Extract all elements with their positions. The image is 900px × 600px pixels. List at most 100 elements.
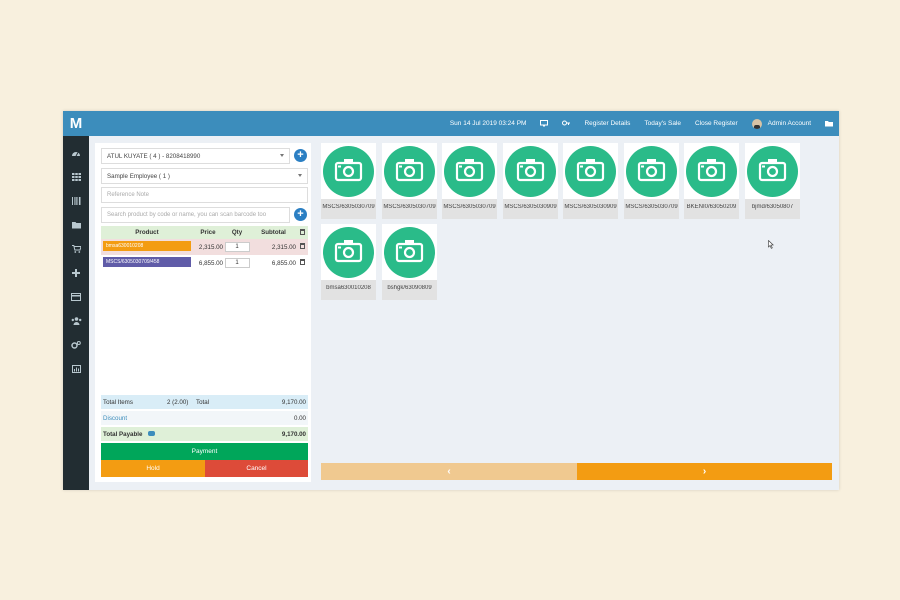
cancel-button[interactable]: Cancel xyxy=(205,460,308,477)
camera-icon xyxy=(626,146,677,197)
folder-icon[interactable] xyxy=(63,213,89,237)
camera-icon xyxy=(384,146,435,197)
add-product-button[interactable]: + xyxy=(294,208,307,221)
product-image xyxy=(624,143,679,199)
plus-icon[interactable] xyxy=(63,261,89,285)
chart-icon[interactable] xyxy=(63,357,89,381)
product-image xyxy=(684,143,739,199)
user-menu[interactable]: Admin Account xyxy=(751,118,811,129)
search-input[interactable]: Search product by code or name, you can … xyxy=(101,207,290,223)
payment-button[interactable]: Payment xyxy=(101,443,308,460)
close-register-link[interactable]: Close Register xyxy=(695,120,738,127)
total-items-value: 2 (2.00) xyxy=(167,398,189,406)
hold-button[interactable]: Hold xyxy=(101,460,205,477)
product-tile[interactable]: BKENI0/63050209 xyxy=(684,143,739,219)
dashboard-icon[interactable] xyxy=(63,141,89,165)
next-page-button[interactable]: › xyxy=(577,463,832,480)
credit-card-icon[interactable] xyxy=(63,285,89,309)
app-logo[interactable]: M xyxy=(63,111,89,136)
camera-icon xyxy=(565,146,616,197)
product-name: bjmd/63050807 xyxy=(751,204,794,210)
total-label: Total xyxy=(196,398,210,406)
product-image xyxy=(563,143,618,199)
datetime-label: Sun 14 Jul 2019 03:24 PM xyxy=(449,120,527,127)
discount-row: Discount 0.00 xyxy=(101,411,308,425)
employee-value: Sample Employee ( 1 ) xyxy=(107,172,170,180)
product-tile[interactable]: MSCS/6305030709 xyxy=(442,143,497,219)
order-panel: ATUL KUYATE ( 4 ) - 8208418990 + Sample … xyxy=(95,143,311,482)
cart-icon[interactable] xyxy=(63,237,89,261)
product-name: bmsa630010208 xyxy=(326,285,371,291)
product-label[interactable]: bmsa630010208 xyxy=(103,241,191,251)
totals-box: Total Items 2 (2.00) Total 9,170.00 Disc… xyxy=(101,395,308,441)
customer-select[interactable]: ATUL KUYATE ( 4 ) - 8208418990 xyxy=(101,148,290,164)
product-tile[interactable]: bmsa630010208 xyxy=(321,224,376,300)
prev-page-button[interactable]: ‹ xyxy=(321,463,577,480)
camera-icon xyxy=(444,146,495,197)
total-items-row: Total Items 2 (2.00) Total 9,170.00 xyxy=(101,395,308,409)
price-cell: 2,315.00 xyxy=(193,239,223,255)
employee-select[interactable]: Sample Employee ( 1 ) xyxy=(101,168,308,184)
product-grid-panel: MSCS/6305030709 MSCS/6305030709 MSCS/63050… xyxy=(321,143,835,482)
camera-icon xyxy=(323,227,374,278)
key-icon[interactable] xyxy=(562,120,571,127)
total-payable-row: Total Payable 9,170.00 xyxy=(101,427,308,441)
order-items-table: Product Price Qty Subtotal bmsa630010208… xyxy=(101,226,308,271)
product-name: bshgk/63090809 xyxy=(387,285,432,291)
total-payable-value: 9,170.00 xyxy=(281,430,306,438)
sidebar xyxy=(63,136,89,490)
product-name: MSCS/6305030909 xyxy=(504,204,557,210)
desktop-icon[interactable] xyxy=(540,120,549,127)
camera-icon xyxy=(686,146,737,197)
trash-icon[interactable] xyxy=(296,226,308,239)
camera-icon xyxy=(384,227,435,278)
product-name: MSCS/6305030709 xyxy=(383,204,436,210)
product-tile[interactable]: MSCS/6305030709 xyxy=(624,143,679,219)
product-tile[interactable]: bjmd/63050807 xyxy=(745,143,800,219)
grid-icon[interactable] xyxy=(63,165,89,189)
register-details-link[interactable]: Register Details xyxy=(584,120,630,127)
product-label[interactable]: MSCS/6305030709/458 xyxy=(103,257,191,267)
product-name: MSCS/6305030709 xyxy=(625,204,678,210)
product-name: MSCS/6305030709 xyxy=(322,204,375,210)
avatar xyxy=(751,118,762,129)
user-name: Admin Account xyxy=(767,120,811,127)
camera-icon xyxy=(323,146,374,197)
todays-sale-link[interactable]: Today's Sale xyxy=(644,120,681,127)
barcode-icon[interactable] xyxy=(63,189,89,213)
product-image xyxy=(503,143,558,199)
header-qty: Qty xyxy=(223,226,251,239)
cogs-icon[interactable] xyxy=(63,333,89,357)
qty-input[interactable]: 1 xyxy=(224,242,250,252)
product-tile[interactable]: MSCS/6305030709 xyxy=(382,143,437,219)
folder-icon[interactable] xyxy=(825,120,833,127)
users-icon[interactable] xyxy=(63,309,89,333)
product-tile[interactable]: MSCS/6305030709 xyxy=(321,143,376,219)
qty-input[interactable]: 1 xyxy=(224,258,250,268)
product-tile[interactable]: bshgk/63090809 xyxy=(382,224,437,300)
add-customer-button[interactable]: + xyxy=(294,149,307,162)
trash-icon[interactable] xyxy=(299,243,305,249)
camera-icon xyxy=(505,146,556,197)
discount-label[interactable]: Discount xyxy=(103,415,127,422)
product-tile[interactable]: MSCS/6305030909 xyxy=(563,143,618,219)
product-image xyxy=(321,224,376,280)
product-tile[interactable]: MSCS/6305030909 xyxy=(503,143,558,219)
chevron-down-icon xyxy=(298,174,302,177)
app-window: M Sun 14 Jul 2019 03:24 PM Register Deta… xyxy=(63,111,839,490)
chevron-down-icon xyxy=(280,154,284,157)
customer-value: ATUL KUYATE ( 4 ) - 8208418990 xyxy=(107,152,201,160)
comment-icon[interactable] xyxy=(148,431,155,436)
header-product: Product xyxy=(101,226,193,239)
table-header-row: Product Price Qty Subtotal xyxy=(101,226,308,239)
total-items-label: Total Items xyxy=(103,398,133,406)
trash-icon[interactable] xyxy=(299,259,305,265)
subtotal-cell: 6,855.00 xyxy=(251,255,296,271)
total-payable-label: Total Payable xyxy=(103,430,143,438)
table-row: bmsa630010208 2,315.00 1 2,315.00 xyxy=(101,239,308,255)
total-value: 9,170.00 xyxy=(281,398,306,406)
reference-note-input[interactable]: Reference Note xyxy=(101,187,308,203)
subtotal-cell: 2,315.00 xyxy=(251,239,296,255)
top-navbar: Sun 14 Jul 2019 03:24 PM Register Detail… xyxy=(89,111,839,136)
table-row: MSCS/6305030709/458 6,855.00 1 6,855.00 xyxy=(101,255,308,271)
